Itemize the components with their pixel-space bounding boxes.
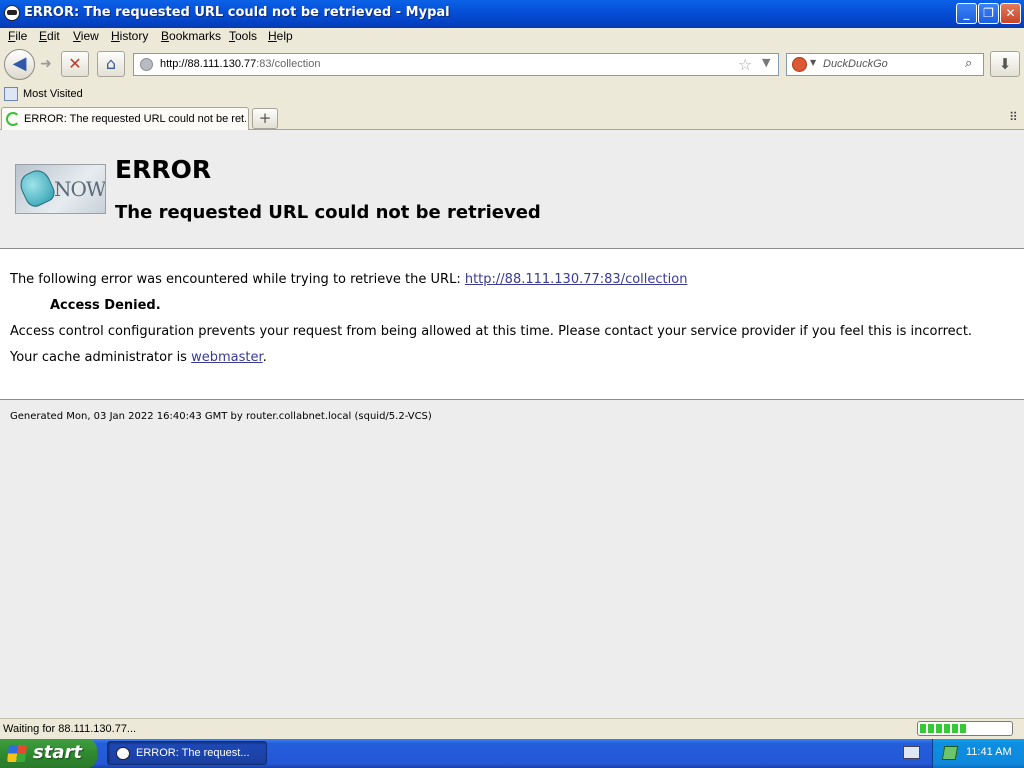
url-bar[interactable]: http://88.111.130.77:83/collection ☆ ▼ xyxy=(133,53,779,76)
menu-bookmarks[interactable]: Bookmarks xyxy=(161,29,221,43)
loading-progress-bar xyxy=(917,721,1013,736)
admin-suffix: . xyxy=(262,350,267,365)
search-bar[interactable]: ▼ DuckDuckGo ⌕ xyxy=(786,53,984,76)
windows-taskbar: start ERROR: The request... 11:41 AM xyxy=(0,739,1024,768)
error-body: The following error was encountered whil… xyxy=(0,249,1024,400)
restore-button[interactable]: ❐ xyxy=(978,3,999,24)
menu-history[interactable]: History xyxy=(111,29,148,43)
close-button[interactable]: ✕ xyxy=(1000,3,1021,24)
error-url-link[interactable]: http://88.111.130.77:83/collection xyxy=(465,272,688,287)
logo-text: NOW xyxy=(54,177,106,201)
squid-icon xyxy=(16,166,58,210)
dropdown-icon[interactable]: ▼ xyxy=(762,56,770,69)
most-visited-bookmark[interactable]: Most Visited xyxy=(23,88,83,100)
menu-view[interactable]: View xyxy=(73,29,99,43)
navigation-toolbar: ◀ ➜ ✕ ⌂ http://88.111.130.77:83/collecti… xyxy=(0,46,1024,84)
page-content: NOW ERROR The requested URL could not be… xyxy=(0,130,1024,718)
error-subheading: The requested URL could not be retrieved xyxy=(115,202,541,223)
error-explanation: Access control configuration prevents yo… xyxy=(10,324,973,339)
globe-icon xyxy=(140,58,153,71)
download-icon[interactable]: ⬇ xyxy=(990,51,1020,77)
minimize-button[interactable]: _ xyxy=(956,3,977,24)
loading-spinner-icon xyxy=(6,112,20,126)
menu-tools[interactable]: Tools xyxy=(229,29,257,43)
window-title: ERROR: The requested URL could not be re… xyxy=(24,5,450,20)
system-tray: 11:41 AM xyxy=(932,739,1024,768)
error-intro: The following error was encountered whil… xyxy=(10,272,461,287)
bookmark-star-icon[interactable]: ☆ xyxy=(738,55,752,74)
mypal-app-icon[interactable] xyxy=(4,5,20,21)
keyboard-language-icon[interactable] xyxy=(903,746,920,759)
engine-dropdown-icon[interactable]: ▼ xyxy=(810,58,816,67)
generated-footer: Generated Mon, 03 Jan 2022 16:40:43 GMT … xyxy=(10,411,432,422)
admin-prefix: Your cache administrator is xyxy=(10,350,187,365)
url-text[interactable]: http://88.111.130.77:83/collection xyxy=(160,58,320,70)
home-icon[interactable]: ⌂ xyxy=(97,51,125,77)
back-icon[interactable]: ◀ xyxy=(4,49,35,80)
tab-active[interactable]: ERROR: The requested URL could not be re… xyxy=(1,107,249,130)
network-icon[interactable] xyxy=(941,746,959,760)
status-text: Waiting for 88.111.130.77... xyxy=(3,723,137,735)
squid-logo: NOW xyxy=(15,164,106,214)
taskbar-window-label: ERROR: The request... xyxy=(136,747,250,759)
window-titlebar: ERROR: The requested URL could not be re… xyxy=(0,0,1024,28)
all-tabs-icon[interactable]: ⠿ xyxy=(1009,110,1018,124)
webmaster-link[interactable]: webmaster xyxy=(191,350,263,365)
mypal-taskbar-icon xyxy=(116,747,130,760)
url-path: :83/collection xyxy=(256,58,321,70)
tab-strip: ERROR: The requested URL could not be re… xyxy=(0,105,1024,130)
tab-label: ERROR: The requested URL could not be re… xyxy=(24,113,246,125)
error-header: NOW ERROR The requested URL could not be… xyxy=(0,130,1024,249)
stop-icon[interactable]: ✕ xyxy=(61,51,89,77)
duckduckgo-icon[interactable] xyxy=(792,57,807,72)
most-visited-icon[interactable] xyxy=(4,87,18,101)
forward-icon[interactable]: ➜ xyxy=(36,54,56,74)
url-host: http://88.111.130.77 xyxy=(160,58,257,70)
windows-flag-icon xyxy=(7,745,27,762)
new-tab-button[interactable]: + xyxy=(252,108,278,129)
menu-help[interactable]: Help xyxy=(268,29,293,43)
search-icon[interactable]: ⌕ xyxy=(965,56,972,71)
menu-bar: File Edit View History Bookmarks Tools H… xyxy=(0,28,1024,46)
access-denied: Access Denied. xyxy=(50,298,161,313)
admin-line: Your cache administrator is webmaster. xyxy=(10,350,267,365)
menu-edit[interactable]: Edit xyxy=(39,29,60,43)
taskbar-window-button[interactable]: ERROR: The request... xyxy=(107,741,267,765)
start-label: start xyxy=(33,742,82,763)
clock[interactable]: 11:41 AM xyxy=(966,746,1012,758)
menu-file[interactable]: File xyxy=(8,29,27,43)
search-input[interactable]: DuckDuckGo xyxy=(823,58,888,70)
progress-fill xyxy=(920,724,967,733)
start-button[interactable]: start xyxy=(0,739,97,768)
error-heading: ERROR xyxy=(115,155,212,184)
error-intro-line: The following error was encountered whil… xyxy=(10,272,687,287)
bookmarks-toolbar: Most Visited xyxy=(0,84,1024,105)
status-bar: Waiting for 88.111.130.77... xyxy=(0,718,1024,739)
